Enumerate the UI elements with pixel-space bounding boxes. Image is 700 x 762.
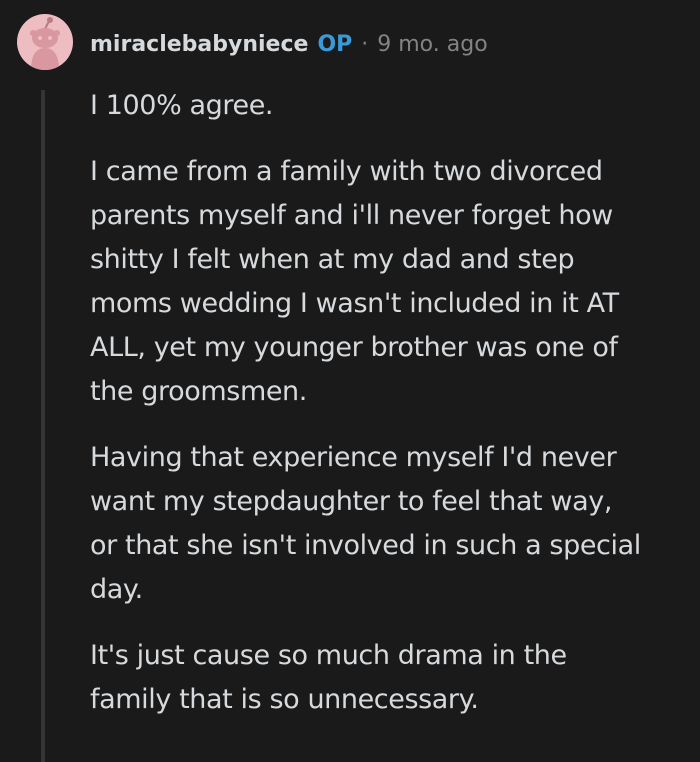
comment-paragraph: I 100% agree. [90, 90, 274, 121]
comment-header: miraclebabyniece OP · 9 mo. ago [90, 28, 488, 62]
thread-collapse-line[interactable] [41, 90, 45, 762]
comment-body: I 100% agree. I came from a family with … [90, 84, 690, 722]
comment-paragraph: It's just cause so much drama in the fam… [90, 640, 567, 715]
header-separator: · [361, 32, 369, 57]
snoo-avatar-icon [30, 17, 60, 70]
user-avatar[interactable] [17, 14, 73, 70]
comment: miraclebabyniece OP · 9 mo. ago I 100% a… [0, 0, 700, 762]
comment-paragraph: Having that experience myself I'd never … [90, 442, 641, 605]
comment-timestamp[interactable]: 9 mo. ago [377, 28, 487, 62]
username-link[interactable]: miraclebabyniece [90, 28, 308, 62]
op-badge: OP [317, 32, 353, 57]
comment-paragraph: I came from a family with two divorced p… [90, 156, 619, 407]
